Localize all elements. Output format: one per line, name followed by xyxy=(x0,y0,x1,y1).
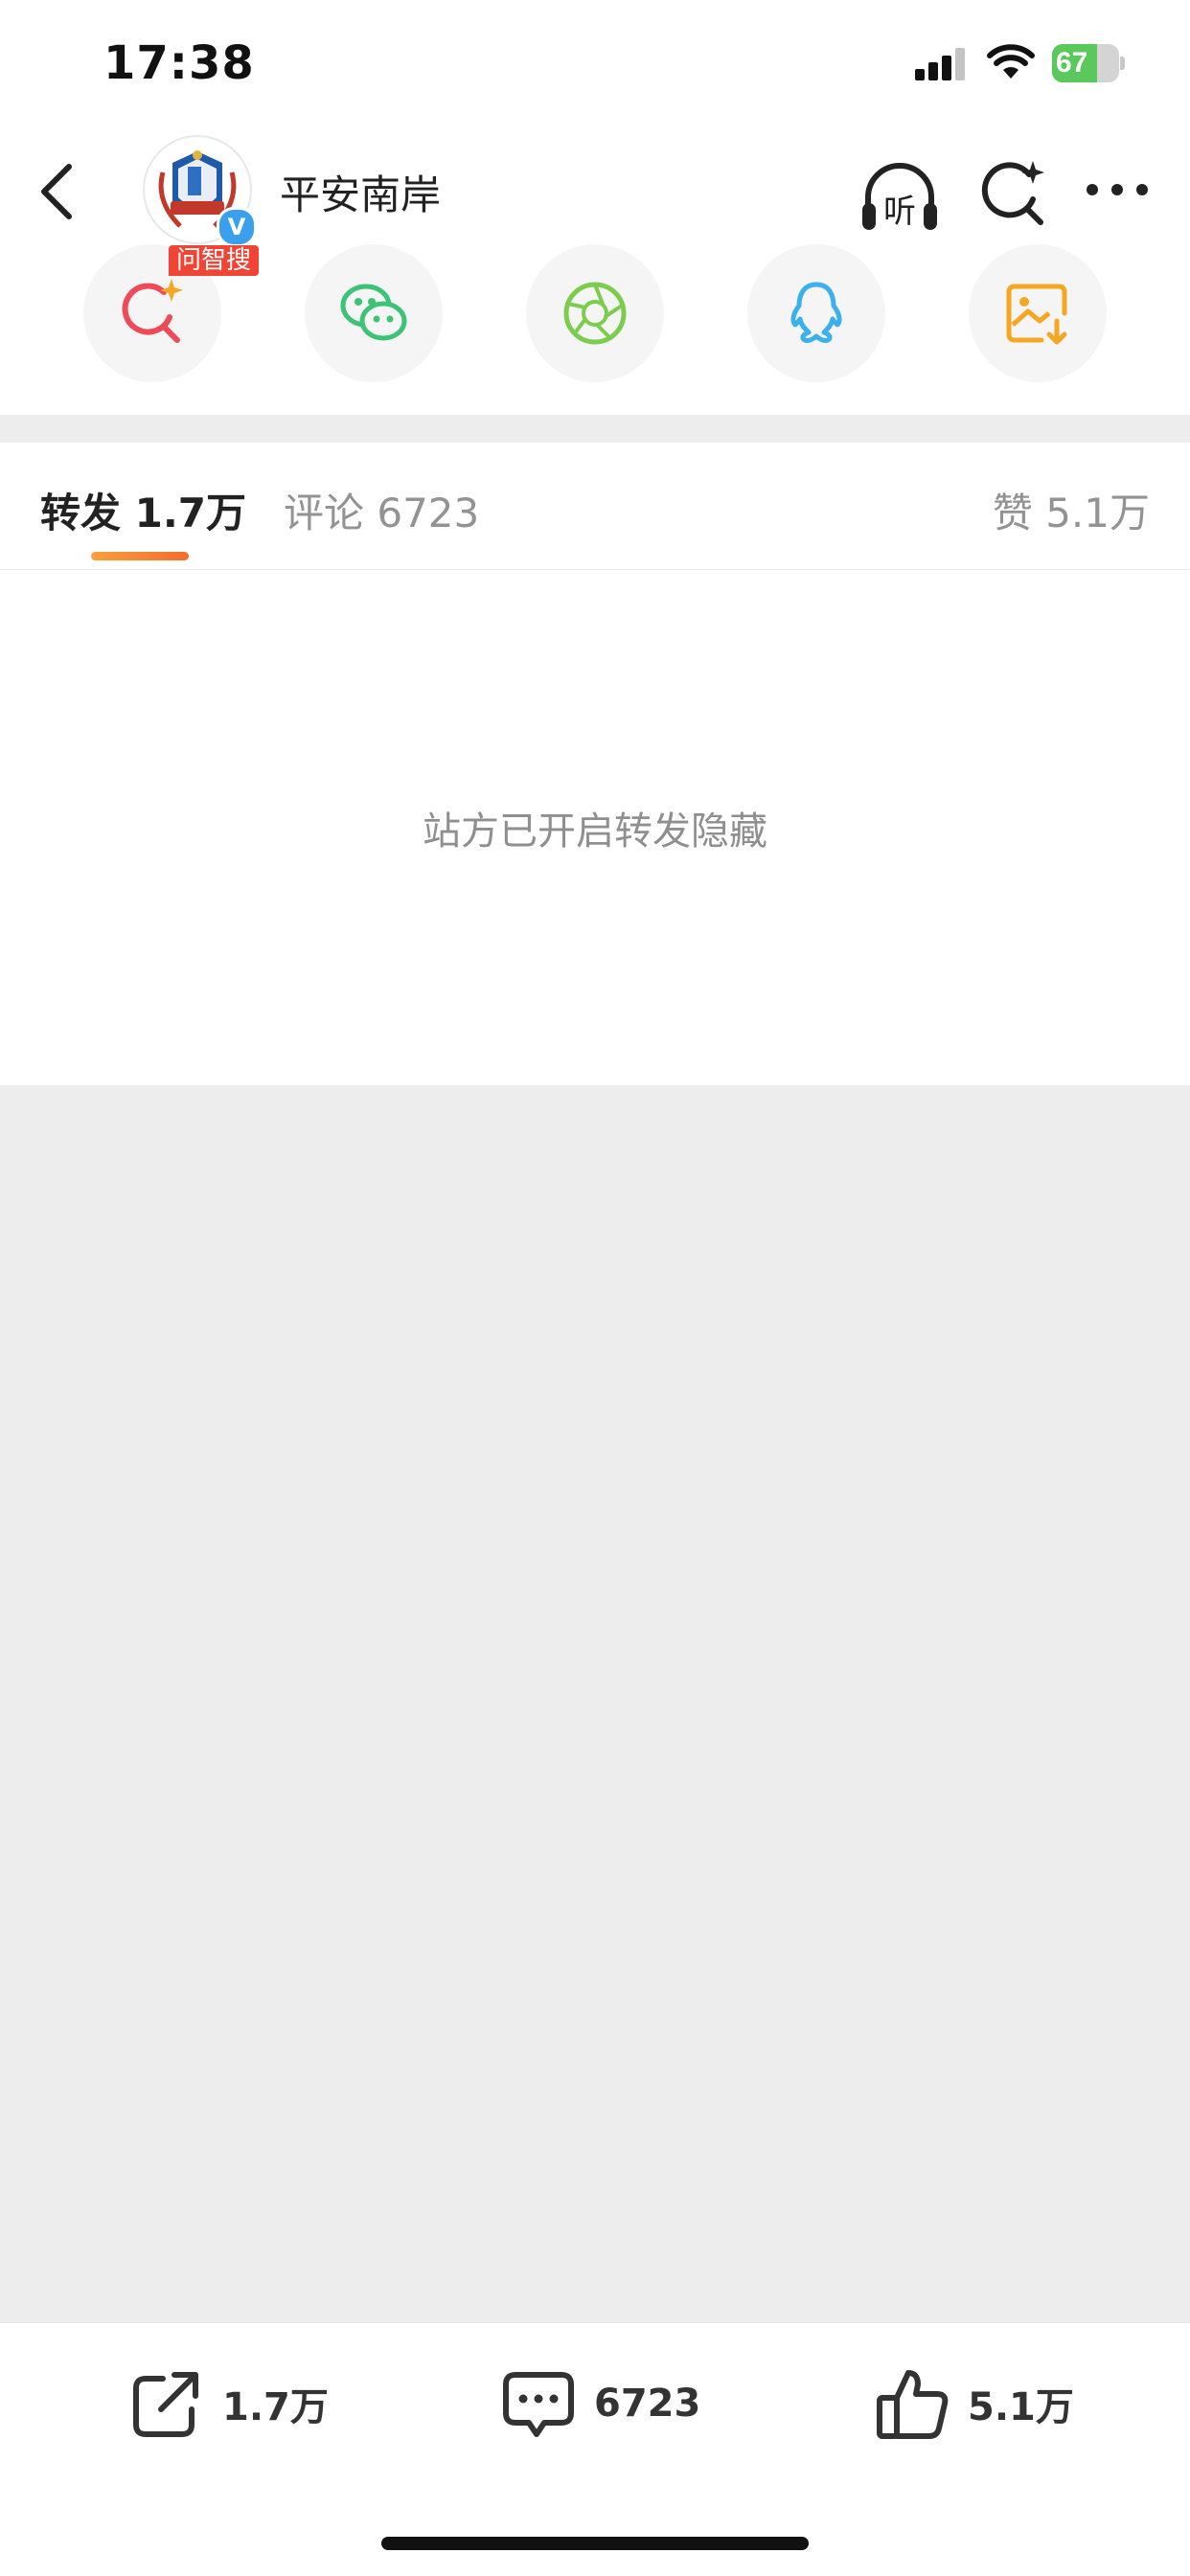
moments-icon xyxy=(563,282,627,345)
repost-icon xyxy=(133,2372,198,2437)
tab-likes[interactable]: 赞 5.1万 xyxy=(993,481,1150,539)
listen-icon[interactable]: 听 xyxy=(858,159,941,236)
wifi-icon xyxy=(987,44,1035,79)
tab-repost[interactable]: 转发 1.7万 xyxy=(40,481,246,539)
share-qq-button[interactable] xyxy=(747,244,885,382)
qq-icon xyxy=(790,282,842,343)
ai-search-top-icon[interactable] xyxy=(973,155,1050,232)
battery-indicator: 67 xyxy=(1052,44,1127,82)
signal-icon xyxy=(915,48,965,80)
ai-search-icon xyxy=(122,279,183,343)
thumbs-up-icon xyxy=(877,2370,949,2439)
listen-icon-label: 听 xyxy=(883,193,916,231)
like-count: 5.1万 xyxy=(968,2385,1074,2429)
more-icon[interactable] xyxy=(1083,171,1152,209)
share-wechat-button[interactable] xyxy=(305,244,443,382)
back-button[interactable] xyxy=(23,153,100,230)
wechat-icon xyxy=(340,284,407,341)
battery-percent: 67 xyxy=(1056,47,1088,79)
like-button[interactable]: 5.1万 xyxy=(874,2363,1074,2444)
comment-count: 6723 xyxy=(594,2382,701,2426)
repost-list-area: 站方已开启转发隐藏 xyxy=(0,570,1190,1085)
ai-search-tag: 问智搜 xyxy=(169,245,260,276)
share-moments-button[interactable] xyxy=(526,244,664,382)
repost-count: 1.7万 xyxy=(222,2385,329,2429)
nav-bar: V 平安南岸 听 xyxy=(0,125,1190,255)
status-time: 17:38 xyxy=(103,36,255,90)
share-row xyxy=(0,244,1190,415)
repost-button[interactable]: 1.7万 xyxy=(128,2363,329,2444)
repost-hidden-message: 站方已开启转发隐藏 xyxy=(423,809,767,854)
verified-badge-icon: V xyxy=(217,207,257,247)
status-bar: 17:38 67 xyxy=(0,0,1190,125)
tab-comments[interactable]: 评论 6723 xyxy=(284,481,479,539)
comment-icon xyxy=(503,2372,574,2437)
home-indicator xyxy=(381,2537,809,2550)
account-name[interactable]: 平安南岸 xyxy=(280,163,441,221)
tabs-section: 转发 1.7万 评论 6723 赞 5.1万 xyxy=(0,443,1190,570)
save-image-icon xyxy=(1006,284,1067,345)
share-save-image-button[interactable] xyxy=(969,244,1107,382)
comment-button[interactable]: 6723 xyxy=(500,2363,700,2444)
active-tab-indicator xyxy=(91,552,189,560)
